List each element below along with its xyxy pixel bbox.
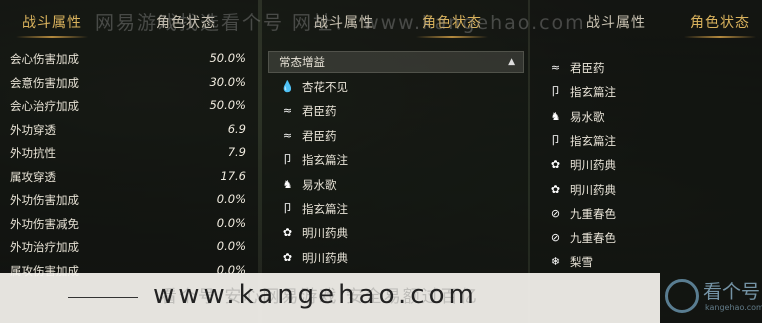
buff-icon: ♞ [550,109,561,123]
buff-item[interactable]: ✿ 明川药典 [280,247,480,269]
stat-row: 会意伤害加成 30.0% [10,75,246,95]
buff-label: 指玄篇注 [302,153,348,168]
buff-icon: ✿ [550,158,561,172]
buff-label: 九重春色 [570,231,616,246]
buff-label: 君臣药 [302,128,337,143]
buff-item[interactable]: 卩指玄篇注 [280,198,480,220]
stat-value: 0.0% [216,192,246,206]
buff-label: 杏花不见 [302,80,348,94]
buff-icon: ♞ [282,177,293,191]
logo-subtext: kangehao.com [705,303,762,312]
chevron-up-icon: ▲ [508,57,515,67]
stat-row: 外功伤害加成 0.0% [10,192,246,212]
buff-item[interactable]: ✿ 明川药典 [548,179,748,201]
buff-icon: 卩 [550,133,561,147]
stat-value: 50.0% [209,98,246,112]
buff-category-dropdown[interactable]: 常态增益 ▲ [268,51,524,73]
buff-item[interactable]: 卩指玄篇注 [548,81,748,103]
buff-item[interactable]: 卩指玄篇注 [280,149,480,171]
buff-item[interactable]: ♞ 易水歌 [280,174,480,196]
stat-row: 会心伤害加成 50.0% [10,51,246,71]
stat-value: 6.9 [227,121,246,136]
stat-value: 0.0% [216,215,246,230]
stat-row: 外功穿透 6.9 [10,122,246,142]
buff-item[interactable]: ❄ 梨雪 [548,251,748,273]
buff-label: 易水歌 [570,109,605,124]
stat-label: 外功伤害减免 [10,216,79,231]
buff-icon: ❄ [550,255,561,269]
watermark-text: 网易游戏找选看个号 网址： www.kangehao.com [95,12,586,34]
buff-item[interactable]: ⊘ 九重春色 [548,203,748,225]
buff-icon: 💧 [280,80,295,93]
buff-item[interactable]: ✿ 明川药典 [280,222,480,244]
stat-label: 会心治疗加成 [10,99,79,113]
buff-label: 明川药典 [570,182,616,197]
buff-item[interactable]: ≈ 君臣药 [548,57,748,79]
buff-icon: ✿ [282,250,293,264]
stat-label: 外功抗性 [10,146,56,160]
stat-label: 属攻穿透 [10,169,56,184]
site-logo: 看个号 kangehao.com [665,273,762,323]
buff-icon: ≈ [282,128,293,142]
watermark-banner: 看个号 安心网易游戏 安全易额过百亿 www.kangehao.com 看个号 … [0,273,762,323]
buff-label: 君臣药 [302,104,337,119]
buff-icon: ≈ [550,61,561,74]
stat-value: 30.0% [209,74,246,89]
buff-label: 易水歌 [302,177,337,192]
buff-label: 明川药典 [302,226,348,241]
stat-value: 0.0% [216,239,246,253]
stat-label: 外功穿透 [10,122,56,137]
banner-url: www.kangehao.com [153,280,478,310]
buff-item[interactable]: 💧 杏花不见 [280,76,480,98]
buff-label: 指玄篇注 [302,202,348,216]
banner-strip: 看个号 安心网易游戏 安全易额过百亿 www.kangehao.com [0,273,660,323]
buff-label: 指玄篇注 [570,133,616,148]
buff-item[interactable]: 卩指玄篇注 [548,130,748,152]
stat-row: 会心治疗加成 50.0% [10,98,246,118]
stat-row: 外功治疗加成 0.0% [10,239,246,259]
stat-value: 7.9 [227,145,246,159]
stat-row: 属攻穿透 17.6 [10,169,246,189]
buff-icon: 卩 [282,202,293,215]
buff-icon: 卩 [282,153,293,167]
stat-value: 50.0% [209,51,246,65]
dropdown-selected-label: 常态增益 [279,55,325,69]
tab-combat-attributes[interactable]: 战斗属性 [586,12,646,32]
buff-label: 九重春色 [570,206,616,221]
buff-label: 君臣药 [570,61,605,75]
buff-icon: 卩 [550,85,561,99]
buff-item[interactable]: ≈ 君臣药 [280,125,480,147]
stat-label: 外功治疗加成 [10,240,79,254]
buff-icon: ≈ [282,104,293,118]
buff-icon: ✿ [550,182,561,196]
stat-label: 外功伤害加成 [10,193,79,207]
stat-label: 会心伤害加成 [10,52,79,66]
banner-divider-line [68,297,138,298]
logo-text: 看个号 [703,281,761,303]
buff-item[interactable]: ≈ 君臣药 [280,100,480,122]
buff-label: 明川药典 [570,158,616,173]
buff-item[interactable]: ♞ 易水歌 [548,106,748,128]
buff-label: 指玄篇注 [570,85,616,100]
buff-label: 明川药典 [302,250,348,265]
buff-icon: ⊘ [550,206,561,220]
stat-row: 外功抗性 7.9 [10,145,246,165]
logo-circle-icon [665,279,699,313]
stat-row: 外功伤害减免 0.0% [10,216,246,236]
tab-combat-attributes[interactable]: 战斗属性 [16,12,88,38]
buff-item[interactable]: ✿ 明川药典 [548,154,748,176]
buff-icon: ✿ [282,226,293,240]
buff-item[interactable]: ⊘ 九重春色 [548,227,748,249]
buff-label: 梨雪 [570,255,593,270]
tab-character-status[interactable]: 角色状态 [684,12,756,38]
buff-icon: ⊘ [550,231,561,245]
stat-value: 17.6 [220,168,246,183]
stat-label: 会意伤害加成 [10,75,79,90]
